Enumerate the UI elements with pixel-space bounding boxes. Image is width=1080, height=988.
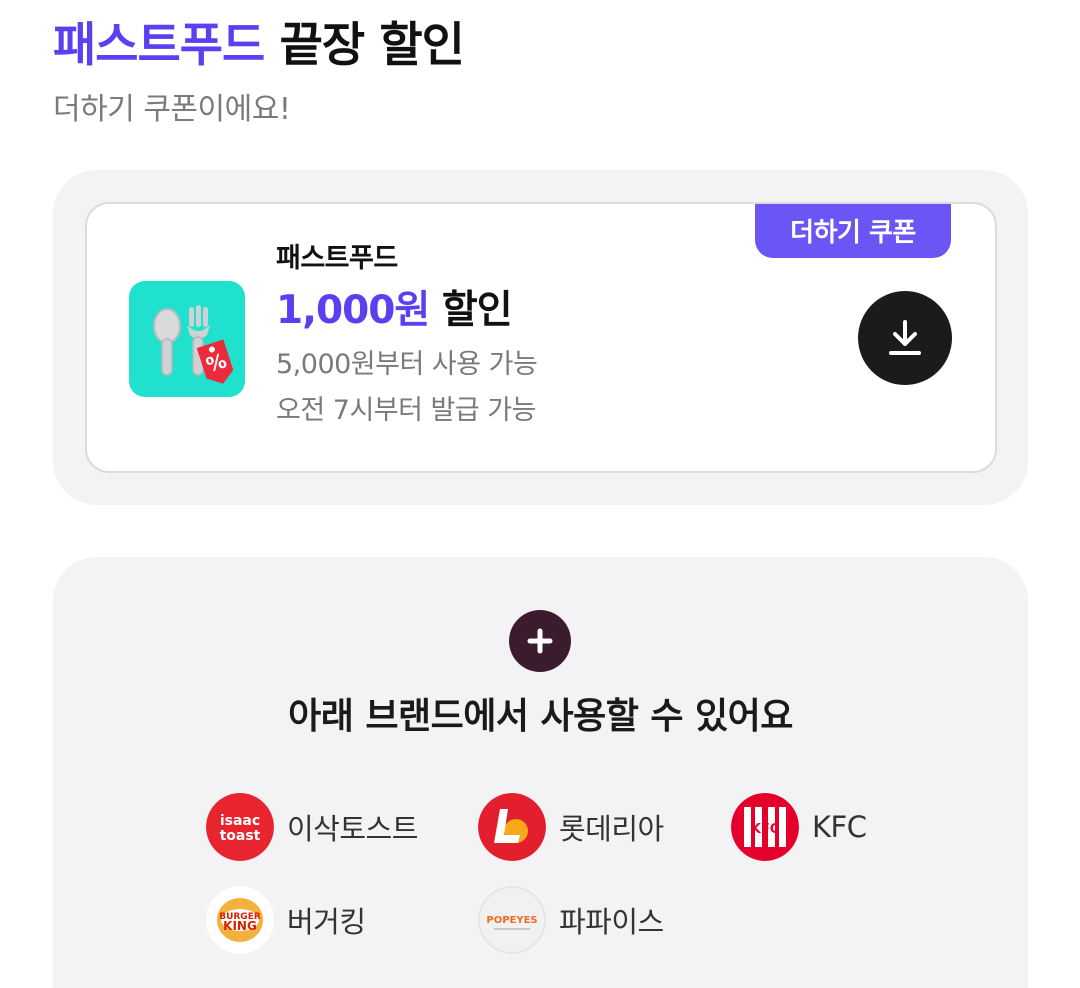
page-title-rest: 끝장 할인 <box>279 18 465 73</box>
popeyes-logo-text: POPEYES <box>486 915 537 926</box>
brand-item-isaac-toast[interactable]: isaac toast 이삭토스트 <box>206 793 418 861</box>
brand-name-isaac-toast: 이삭토스트 <box>287 812 418 846</box>
coupon-info: 패스트푸드 1,000원 할인 5,000원부터 사용 가능 오전 7시부터 발… <box>276 242 538 434</box>
page-subtitle: 더하기 쿠폰이에요! <box>53 92 291 127</box>
popeyes-logo: POPEYES <box>478 886 546 954</box>
brands-section: 아래 브랜드에서 사용할 수 있어요 isaac toast 이삭토스트 롯데리… <box>53 557 1028 988</box>
page: 패스트푸드 끝장 할인 더하기 쿠폰이에요! 더하기 쿠폰 % 패스트푸드 1,… <box>0 0 1080 988</box>
plus-icon <box>509 610 571 672</box>
coupon-discount-word: 할인 <box>441 288 513 333</box>
brand-name-lotteria: 롯데리아 <box>559 812 664 846</box>
coupon-discount: 1,000원 할인 <box>276 288 537 334</box>
coupon-issue-time: 오전 7시부터 발급 가능 <box>276 395 537 426</box>
coupon-tag: 더하기 쿠폰 <box>755 204 951 258</box>
brand-item-kfc[interactable]: KFC KFC <box>731 793 867 861</box>
coupon-category: 패스트푸드 <box>276 243 398 274</box>
download-icon <box>889 320 921 355</box>
plus-glyph <box>527 628 553 654</box>
coupon-min-order: 5,000원부터 사용 가능 <box>276 349 538 380</box>
brand-item-popeyes[interactable]: POPEYES 파파이스 <box>478 886 664 954</box>
brand-name-kfc: KFC <box>812 810 867 844</box>
burger-king-logo-graphic: BURGER KING <box>206 886 274 954</box>
brand-item-burger-king[interactable]: BURGER KING 버거킹 <box>206 886 366 954</box>
brands-title: 아래 브랜드에서 사용할 수 있어요 <box>288 696 793 737</box>
coupon-illustration: % <box>153 305 234 384</box>
page-title: 패스트푸드 끝장 할인 <box>53 16 465 76</box>
isaac-logo-text-2: toast <box>220 828 261 844</box>
download-button[interactable] <box>858 291 952 385</box>
fork-spoon-discount-icon: % <box>129 281 245 397</box>
isaac-logo-text-1: isaac <box>220 813 260 829</box>
popeyes-logo-graphic: POPEYES <box>478 886 546 954</box>
isaac-toast-logo-graphic: isaac toast <box>206 793 274 861</box>
brand-name-popeyes: 파파이스 <box>559 905 664 939</box>
kfc-logo-graphic: KFC <box>731 793 799 861</box>
lotteria-logo <box>478 793 546 861</box>
burger-king-logo: BURGER KING <box>206 886 274 954</box>
brand-name-burger-king: 버거킹 <box>287 905 366 939</box>
coupon-card[interactable]: 더하기 쿠폰 % 패스트푸드 1,000원 할인 5,000원부터 사용 가능 … <box>85 202 997 473</box>
coupon-amount: 1,000원 <box>276 288 430 333</box>
brand-item-lotteria[interactable]: 롯데리아 <box>478 793 664 861</box>
kfc-logo: KFC <box>731 793 799 861</box>
lotteria-logo-graphic <box>478 793 546 861</box>
page-title-accent: 패스트푸드 <box>53 18 265 73</box>
bk-logo-text-2: KING <box>223 919 257 933</box>
kfc-logo-text: KFC <box>751 822 780 837</box>
isaac-toast-logo: isaac toast <box>206 793 274 861</box>
coupon-section: 더하기 쿠폰 % 패스트푸드 1,000원 할인 5,000원부터 사용 가능 … <box>53 170 1028 505</box>
